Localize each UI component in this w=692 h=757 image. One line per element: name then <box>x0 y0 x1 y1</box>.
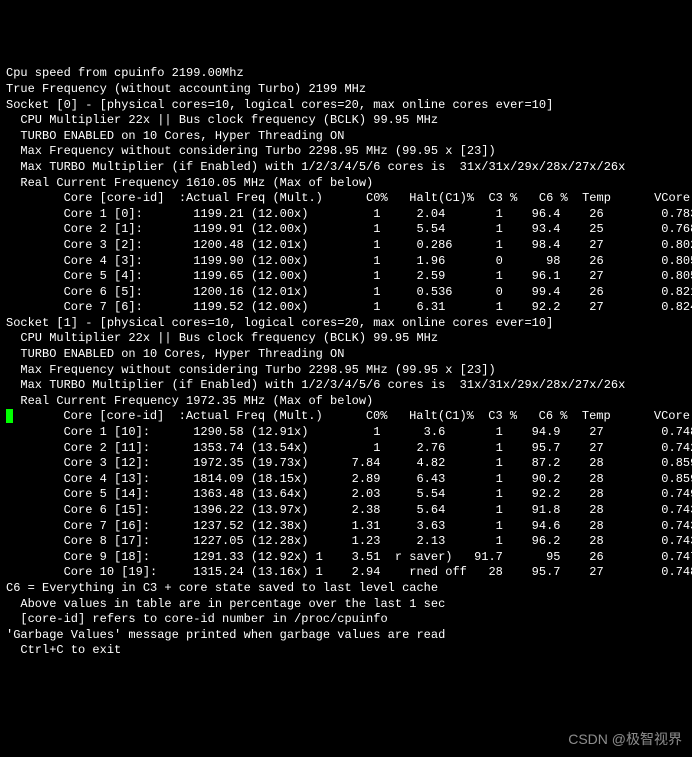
cpu-multiplier-line: CPU Multiplier 22x || Bus clock frequenc… <box>6 331 686 347</box>
socket-header: Socket [0] - [physical cores=10, logical… <box>6 98 686 114</box>
core-row: Core 2 [11]: 1353.74 (13.54x) 1 2.76 1 9… <box>6 441 686 457</box>
max-freq-line: Max Frequency without considering Turbo … <box>6 363 686 379</box>
turbo-enabled-line: TURBO ENABLED on 10 Cores, Hyper Threadi… <box>6 347 686 363</box>
garbage-values-note: 'Garbage Values' message printed when ga… <box>6 628 686 644</box>
max-turbo-line: Max TURBO Multiplier (if Enabled) with 1… <box>6 160 686 176</box>
cpu-speed-line: Cpu speed from cpuinfo 2199.00Mhz <box>6 66 686 82</box>
core-row: Core 2 [1]: 1199.91 (12.00x) 1 5.54 1 93… <box>6 222 686 238</box>
table-header: Core [core-id] :Actual Freq (Mult.) C0% … <box>6 409 686 425</box>
core-row: Core 4 [13]: 1814.09 (18.15x) 2.89 6.43 … <box>6 472 686 488</box>
true-freq-line: True Frequency (without accounting Turbo… <box>6 82 686 98</box>
core-row: Core 3 [2]: 1200.48 (12.01x) 1 0.286 1 9… <box>6 238 686 254</box>
table-header: Core [core-id] :Actual Freq (Mult.) C0% … <box>6 191 686 207</box>
core-row: Core 4 [3]: 1199.90 (12.00x) 1 1.96 0 98… <box>6 254 686 270</box>
real-current-line: Real Current Frequency 1610.05 MHz (Max … <box>6 176 686 192</box>
core-row: Core 3 [12]: 1972.35 (19.73x) 7.84 4.82 … <box>6 456 686 472</box>
core-row: Core 9 [18]: 1291.33 (12.92x) 1 3.51 r s… <box>6 550 686 566</box>
terminal-cursor <box>6 409 13 423</box>
core-row: Core 7 [6]: 1199.52 (12.00x) 1 6.31 1 92… <box>6 300 686 316</box>
core-row: Core 7 [16]: 1237.52 (12.38x) 1.31 3.63 … <box>6 519 686 535</box>
core-row: Core 5 [4]: 1199.65 (12.00x) 1 2.59 1 96… <box>6 269 686 285</box>
core-row: Core 6 [5]: 1200.16 (12.01x) 1 0.536 0 9… <box>6 285 686 301</box>
real-current-line: Real Current Frequency 1972.35 MHz (Max … <box>6 394 686 410</box>
core-row: Core 5 [14]: 1363.48 (13.64x) 2.03 5.54 … <box>6 487 686 503</box>
terminal-output[interactable]: Cpu speed from cpuinfo 2199.00MhzTrue Fr… <box>6 66 686 659</box>
socket-header: Socket [1] - [physical cores=10, logical… <box>6 316 686 332</box>
csdn-watermark: CSDN @极智视界 <box>568 730 682 748</box>
max-freq-line: Max Frequency without considering Turbo … <box>6 144 686 160</box>
coreid-note: [core-id] refers to core-id number in /p… <box>6 612 686 628</box>
c6-desc: C6 = Everything in C3 + core state saved… <box>6 581 686 597</box>
core-row: Core 8 [17]: 1227.05 (12.28x) 1.23 2.13 … <box>6 534 686 550</box>
percentage-note: Above values in table are in percentage … <box>6 597 686 613</box>
exit-hint: Ctrl+C to exit <box>6 643 686 659</box>
core-row: Core 10 [19]: 1315.24 (13.16x) 1 2.94 rn… <box>6 565 686 581</box>
core-row: Core 6 [15]: 1396.22 (13.97x) 2.38 5.64 … <box>6 503 686 519</box>
core-row: Core 1 [10]: 1290.58 (12.91x) 1 3.6 1 94… <box>6 425 686 441</box>
max-turbo-line: Max TURBO Multiplier (if Enabled) with 1… <box>6 378 686 394</box>
core-row: Core 1 [0]: 1199.21 (12.00x) 1 2.04 1 96… <box>6 207 686 223</box>
cpu-multiplier-line: CPU Multiplier 22x || Bus clock frequenc… <box>6 113 686 129</box>
turbo-enabled-line: TURBO ENABLED on 10 Cores, Hyper Threadi… <box>6 129 686 145</box>
